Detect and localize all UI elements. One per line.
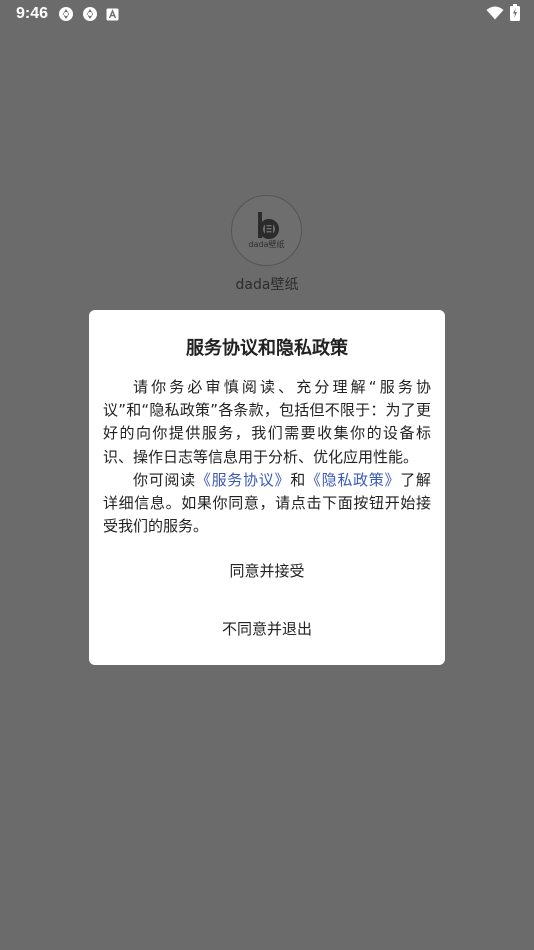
app-name: dada壁纸 <box>235 277 299 293</box>
dialog-body: 请你务必审慎阅读、充分理解“服务协议”和“隐私政策”各条款，包括但不限于：为了更… <box>103 376 431 538</box>
status-time: 9:46 <box>16 5 49 22</box>
privacy-policy-link[interactable]: 《隐私政策》 <box>306 471 400 489</box>
text-a-icon <box>106 8 119 21</box>
dialog-paragraph-1: 请你务必审慎阅读、充分理解“服务协议”和“隐私政策”各条款，包括但不限于：为了更… <box>103 378 431 466</box>
aperture-icon <box>82 6 98 22</box>
service-agreement-link[interactable]: 《服务协议》 <box>196 471 290 489</box>
aperture-icon <box>58 6 74 22</box>
app-logo: dada壁纸 <box>231 195 302 266</box>
notification-icons <box>58 6 119 22</box>
battery-charging-icon <box>510 3 520 25</box>
dialog-paragraph-2: 你可阅读《服务协议》和《隐私政策》了解详细信息。如果你同意，请点击下面按钮开始接… <box>103 469 431 539</box>
logo-caption: dada壁纸 <box>248 240 285 249</box>
privacy-dialog: 服务协议和隐私政策 请你务必审慎阅读、充分理解“服务协议”和“隐私政策”各条款，… <box>89 310 445 665</box>
screen: 9:46 dada壁纸 dada壁纸 服务协议和隐私政策 请你务必审慎阅读、充分… <box>0 0 534 950</box>
dada-logo-icon <box>257 212 279 239</box>
wifi-icon <box>486 5 504 24</box>
agree-button[interactable]: 同意并接受 <box>89 560 445 581</box>
system-icons <box>486 3 520 25</box>
para2-prefix: 你可阅读 <box>133 470 196 489</box>
disagree-exit-button[interactable]: 不同意并退出 <box>89 618 445 639</box>
status-left: 9:46 <box>16 5 119 23</box>
para2-and: 和 <box>290 470 306 489</box>
dialog-title: 服务协议和隐私政策 <box>186 338 348 359</box>
status-bar: 9:46 <box>0 0 534 28</box>
